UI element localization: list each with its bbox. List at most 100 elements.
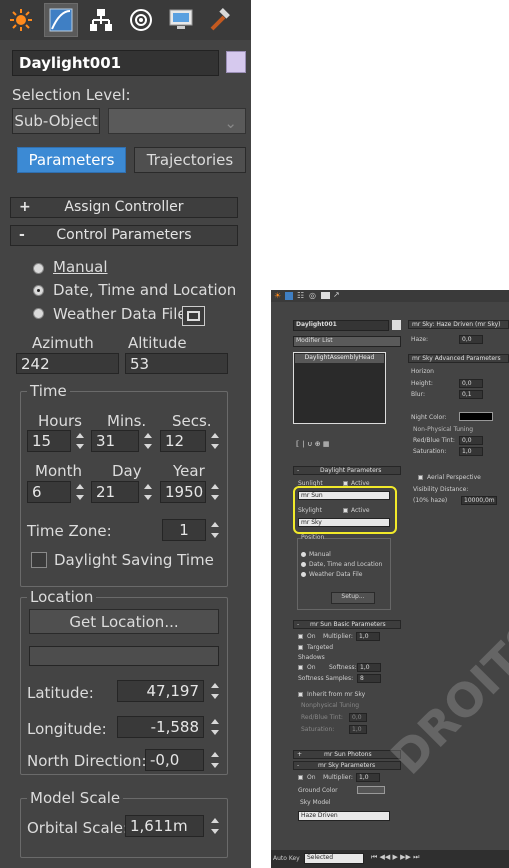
orbital-scale-input[interactable]: 1,611m [125, 815, 204, 837]
trajectories-button[interactable]: Trajectories [134, 147, 246, 173]
motion-icon[interactable]: ◎ [309, 291, 316, 300]
nonphysical-label: Nonphysical Tuning [301, 702, 360, 709]
aerial-perspective-label: Aerial Perspective [427, 474, 481, 481]
utilities-hammer-icon[interactable] [204, 3, 238, 37]
redblue-input[interactable]: 0,0 [349, 713, 367, 722]
modify-icon[interactable] [285, 292, 293, 300]
get-location-button[interactable]: Get Location... [29, 609, 219, 634]
command-panel-small: ☀ ☷ ◎ ↗ Daylight001 Modifier List Daylig… [271, 290, 509, 868]
sun-on-label: On [307, 633, 316, 640]
radio-manual[interactable] [301, 552, 306, 557]
weather-file-browse-button[interactable] [182, 306, 205, 326]
radio-weather[interactable] [301, 572, 306, 577]
time-zone-input[interactable]: 1 [162, 519, 206, 541]
ground-color-swatch[interactable] [357, 786, 385, 794]
north-direction-label: North Direction: [27, 752, 147, 770]
hierarchy-icon[interactable] [84, 3, 118, 37]
modify-icon[interactable] [44, 3, 78, 37]
motion-icon[interactable] [124, 3, 158, 37]
modifier-list-dropdown[interactable]: Modifier List [293, 336, 401, 347]
softness-input[interactable]: 1,0 [357, 663, 381, 672]
secs-spinner[interactable] [209, 430, 221, 452]
north-direction-input[interactable]: -0,0 [145, 749, 204, 771]
object-name-field[interactable]: Daylight001 [12, 50, 219, 76]
longitude-spinner[interactable] [209, 716, 221, 738]
redblue2-input[interactable]: 0,0 [459, 436, 483, 445]
time-group-title: Time [27, 382, 70, 400]
small-object-name[interactable]: Daylight001 [293, 320, 389, 331]
display-icon[interactable] [321, 292, 330, 299]
saturation2-input[interactable]: 1,0 [459, 447, 483, 456]
sky-multiplier-input[interactable]: 1,0 [356, 773, 380, 782]
sun-multiplier-input[interactable]: 1,0 [356, 632, 380, 641]
utilities-hammer-icon[interactable]: ↗ [333, 290, 340, 299]
day-input[interactable]: 21 [91, 481, 139, 503]
month-input[interactable]: 6 [27, 481, 71, 503]
playback-controls[interactable]: ⏮ ◀◀ ▶ ▶▶ ⏭ [371, 853, 419, 862]
haze-input[interactable]: 0,0 [459, 335, 483, 344]
radio-date-time-location[interactable] [33, 285, 44, 296]
haze-driven-rollout[interactable]: mr Sky: Haze Driven (mr Sky) [408, 320, 509, 329]
month-spinner[interactable] [74, 481, 86, 503]
manual-label: Manual [309, 551, 331, 558]
daylight-saving-checkbox[interactable] [31, 552, 47, 568]
time-zone-spinner[interactable] [209, 519, 221, 541]
mins-spinner[interactable] [142, 430, 154, 452]
hours-spinner[interactable] [74, 430, 86, 452]
radio-date-time[interactable] [301, 562, 306, 567]
sky-on-checkbox[interactable] [298, 775, 303, 780]
blur-input[interactable]: 0,1 [459, 390, 483, 399]
sub-object-dropdown[interactable]: ⌄ [108, 108, 246, 134]
sun-on-checkbox[interactable] [298, 634, 303, 639]
small-color-swatch[interactable] [392, 320, 401, 330]
radio-manual-label: Manual [53, 258, 108, 276]
latitude-spinner[interactable] [209, 680, 221, 702]
sun-basic-rollout[interactable]: - mr Sun Basic Parameters [293, 620, 401, 629]
visibility-input[interactable]: 10000,0m [461, 496, 497, 505]
daylight-parameters-rollout[interactable]: - Daylight Parameters [293, 466, 401, 475]
sub-object-button[interactable]: Sub-Object [12, 108, 100, 134]
mins-input[interactable]: 31 [91, 430, 139, 452]
year-input[interactable]: 1950 [160, 481, 206, 503]
assign-controller-rollout[interactable]: + Assign Controller [10, 197, 238, 218]
hierarchy-icon[interactable]: ☷ [297, 291, 304, 300]
setup-button[interactable]: Setup... [331, 592, 375, 604]
display-icon[interactable] [164, 3, 198, 37]
shadows-on-label: On [307, 664, 316, 671]
mins-label: Mins. [107, 412, 147, 430]
parameters-button[interactable]: Parameters [17, 147, 126, 173]
key-filter-select[interactable]: Selected [304, 853, 364, 864]
aerial-perspective-checkbox[interactable] [418, 475, 423, 480]
date-time-label: Date, Time and Location [309, 561, 383, 568]
night-color-swatch[interactable] [459, 412, 493, 421]
sky-model-select[interactable]: Haze Driven [298, 811, 390, 821]
saturation-input[interactable]: 1,0 [349, 725, 367, 734]
hours-input[interactable]: 15 [27, 430, 71, 452]
object-color-swatch[interactable] [226, 51, 246, 73]
orbital-scale-label: Orbital Scale: [27, 819, 129, 837]
sky-params-rollout[interactable]: - mr Sky Parameters [293, 761, 401, 770]
radio-weather-file[interactable] [33, 308, 44, 319]
targeted-checkbox[interactable] [298, 645, 303, 650]
advanced-params-rollout[interactable]: mr Sky Advanced Parameters [408, 354, 509, 363]
longitude-input[interactable]: -1,588 [117, 716, 204, 738]
saturation2-label: Saturation: [413, 448, 447, 455]
softness-samples-input[interactable]: 8 [357, 674, 381, 683]
height-input[interactable]: 0,0 [459, 379, 483, 388]
north-direction-spinner[interactable] [209, 749, 221, 771]
stack-item[interactable]: DaylightAssemblyHead [295, 354, 384, 363]
secs-input[interactable]: 12 [160, 430, 206, 452]
softness-samples-label: Softness Samples: [298, 675, 354, 682]
file-browse-icon [187, 311, 200, 321]
radio-weather-label: Weather Data File [53, 305, 187, 323]
orbital-scale-spinner[interactable] [209, 815, 221, 837]
year-spinner[interactable] [209, 481, 221, 503]
day-spinner[interactable] [142, 481, 154, 503]
control-parameters-rollout[interactable]: - Control Parameters [10, 225, 238, 246]
sun-create-icon[interactable] [4, 3, 38, 37]
radio-manual[interactable] [33, 263, 44, 274]
sun-create-icon[interactable]: ☀ [274, 291, 281, 300]
latitude-input[interactable]: 47,197 [117, 680, 204, 702]
inherit-checkbox[interactable] [298, 692, 303, 697]
shadows-on-checkbox[interactable] [298, 665, 303, 670]
